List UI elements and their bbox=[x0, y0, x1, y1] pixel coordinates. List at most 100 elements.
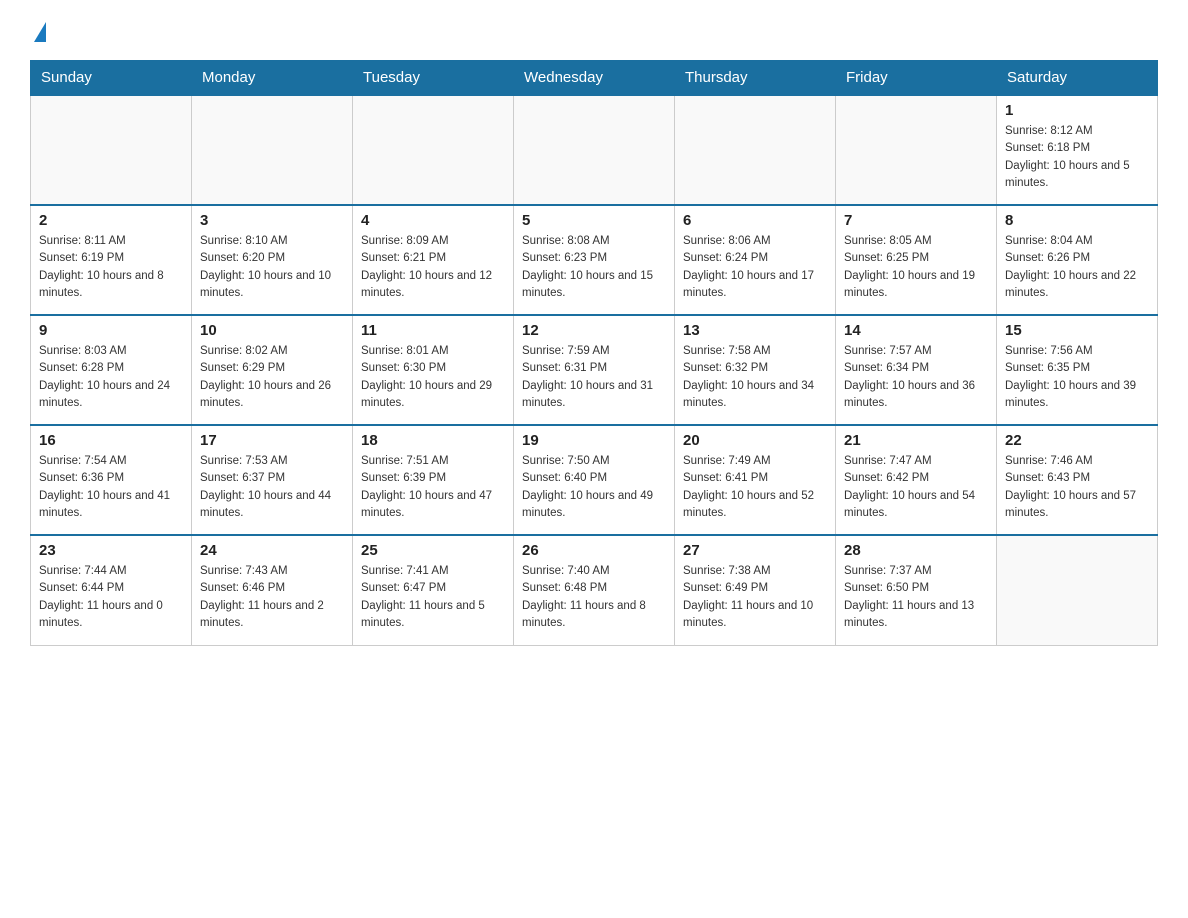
day-info: Sunrise: 7:37 AMSunset: 6:50 PMDaylight:… bbox=[844, 563, 988, 632]
day-number: 25 bbox=[361, 542, 505, 559]
calendar-cell bbox=[514, 95, 675, 205]
day-info: Sunrise: 8:09 AMSunset: 6:21 PMDaylight:… bbox=[361, 233, 505, 302]
day-info: Sunrise: 7:41 AMSunset: 6:47 PMDaylight:… bbox=[361, 563, 505, 632]
day-number: 10 bbox=[200, 322, 344, 339]
calendar-cell: 22Sunrise: 7:46 AMSunset: 6:43 PMDayligh… bbox=[997, 425, 1158, 535]
week-row-1: 1 Sunrise: 8:12 AMSunset: 6:18 PMDaylight… bbox=[31, 95, 1158, 205]
day-number: 1 bbox=[1005, 102, 1149, 119]
weekday-header-thursday: Thursday bbox=[675, 61, 836, 96]
calendar-cell: 19 Sunrise: 7:50 AMSunset: 6:40 PMDayligh… bbox=[514, 425, 675, 535]
calendar-cell: 16 Sunrise: 7:54 AMSunset: 6:36 PMDayligh… bbox=[31, 425, 192, 535]
calendar-cell: 24 Sunrise: 7:43 AMSunset: 6:46 PMDayligh… bbox=[192, 535, 353, 645]
day-number: 19 bbox=[522, 432, 666, 449]
day-number: 15 bbox=[1005, 322, 1149, 339]
calendar-cell: 20 Sunrise: 7:49 AMSunset: 6:41 PMDayligh… bbox=[675, 425, 836, 535]
day-number: 26 bbox=[522, 542, 666, 559]
day-info: Sunrise: 8:06 AMSunset: 6:24 PMDaylight:… bbox=[683, 233, 827, 302]
calendar-cell: 17 Sunrise: 7:53 AMSunset: 6:37 PMDayligh… bbox=[192, 425, 353, 535]
calendar-cell: 14 Sunrise: 7:57 AMSunset: 6:34 PMDayligh… bbox=[836, 315, 997, 425]
day-number: 7 bbox=[844, 212, 988, 229]
day-info: Sunrise: 7:38 AMSunset: 6:49 PMDaylight:… bbox=[683, 563, 827, 632]
week-row-2: 2 Sunrise: 8:11 AMSunset: 6:19 PMDaylight… bbox=[31, 205, 1158, 315]
week-row-5: 23Sunrise: 7:44 AMSunset: 6:44 PMDayligh… bbox=[31, 535, 1158, 645]
day-number: 5 bbox=[522, 212, 666, 229]
calendar-cell: 26 Sunrise: 7:40 AMSunset: 6:48 PMDayligh… bbox=[514, 535, 675, 645]
day-info: Sunrise: 8:10 AMSunset: 6:20 PMDaylight:… bbox=[200, 233, 344, 302]
calendar-cell: 3 Sunrise: 8:10 AMSunset: 6:20 PMDaylight… bbox=[192, 205, 353, 315]
calendar-cell: 27 Sunrise: 7:38 AMSunset: 6:49 PMDayligh… bbox=[675, 535, 836, 645]
weekday-header-monday: Monday bbox=[192, 61, 353, 96]
day-info: Sunrise: 8:12 AMSunset: 6:18 PMDaylight:… bbox=[1005, 123, 1149, 192]
day-number: 21 bbox=[844, 432, 988, 449]
calendar-cell bbox=[997, 535, 1158, 645]
day-info: Sunrise: 7:49 AMSunset: 6:41 PMDaylight:… bbox=[683, 453, 827, 522]
calendar-cell: 13Sunrise: 7:58 AMSunset: 6:32 PMDayligh… bbox=[675, 315, 836, 425]
day-info: Sunrise: 8:11 AMSunset: 6:19 PMDaylight:… bbox=[39, 233, 183, 302]
day-info: Sunrise: 7:57 AMSunset: 6:34 PMDaylight:… bbox=[844, 343, 988, 412]
weekday-header-saturday: Saturday bbox=[997, 61, 1158, 96]
calendar-cell: 15 Sunrise: 7:56 AMSunset: 6:35 PMDayligh… bbox=[997, 315, 1158, 425]
day-number: 3 bbox=[200, 212, 344, 229]
day-number: 16 bbox=[39, 432, 183, 449]
day-number: 22 bbox=[1005, 432, 1149, 449]
logo bbox=[30, 20, 46, 40]
weekday-header-row: SundayMondayTuesdayWednesdayThursdayFrid… bbox=[31, 61, 1158, 96]
day-number: 24 bbox=[200, 542, 344, 559]
day-number: 12 bbox=[522, 322, 666, 339]
day-info: Sunrise: 7:43 AMSunset: 6:46 PMDaylight:… bbox=[200, 563, 344, 632]
calendar-cell bbox=[353, 95, 514, 205]
calendar-cell: 11Sunrise: 8:01 AMSunset: 6:30 PMDayligh… bbox=[353, 315, 514, 425]
calendar-cell bbox=[31, 95, 192, 205]
day-number: 17 bbox=[200, 432, 344, 449]
day-info: Sunrise: 7:59 AMSunset: 6:31 PMDaylight:… bbox=[522, 343, 666, 412]
day-number: 20 bbox=[683, 432, 827, 449]
day-info: Sunrise: 8:03 AMSunset: 6:28 PMDaylight:… bbox=[39, 343, 183, 412]
day-info: Sunrise: 8:04 AMSunset: 6:26 PMDaylight:… bbox=[1005, 233, 1149, 302]
calendar-cell: 10 Sunrise: 8:02 AMSunset: 6:29 PMDayligh… bbox=[192, 315, 353, 425]
calendar-cell bbox=[675, 95, 836, 205]
calendar-cell: 21 Sunrise: 7:47 AMSunset: 6:42 PMDayligh… bbox=[836, 425, 997, 535]
weekday-header-friday: Friday bbox=[836, 61, 997, 96]
day-info: Sunrise: 7:40 AMSunset: 6:48 PMDaylight:… bbox=[522, 563, 666, 632]
day-number: 8 bbox=[1005, 212, 1149, 229]
calendar-table: SundayMondayTuesdayWednesdayThursdayFrid… bbox=[30, 60, 1158, 646]
day-info: Sunrise: 7:56 AMSunset: 6:35 PMDaylight:… bbox=[1005, 343, 1149, 412]
calendar-cell: 23Sunrise: 7:44 AMSunset: 6:44 PMDayligh… bbox=[31, 535, 192, 645]
day-number: 27 bbox=[683, 542, 827, 559]
day-info: Sunrise: 7:44 AMSunset: 6:44 PMDaylight:… bbox=[39, 563, 183, 632]
weekday-header-sunday: Sunday bbox=[31, 61, 192, 96]
day-info: Sunrise: 7:51 AMSunset: 6:39 PMDaylight:… bbox=[361, 453, 505, 522]
calendar-cell: 9 Sunrise: 8:03 AMSunset: 6:28 PMDaylight… bbox=[31, 315, 192, 425]
calendar-cell bbox=[192, 95, 353, 205]
day-info: Sunrise: 7:53 AMSunset: 6:37 PMDaylight:… bbox=[200, 453, 344, 522]
day-number: 14 bbox=[844, 322, 988, 339]
calendar-cell bbox=[836, 95, 997, 205]
day-info: Sunrise: 7:47 AMSunset: 6:42 PMDaylight:… bbox=[844, 453, 988, 522]
day-info: Sunrise: 8:01 AMSunset: 6:30 PMDaylight:… bbox=[361, 343, 505, 412]
day-info: Sunrise: 8:08 AMSunset: 6:23 PMDaylight:… bbox=[522, 233, 666, 302]
weekday-header-wednesday: Wednesday bbox=[514, 61, 675, 96]
day-number: 9 bbox=[39, 322, 183, 339]
day-number: 28 bbox=[844, 542, 988, 559]
calendar-cell: 18 Sunrise: 7:51 AMSunset: 6:39 PMDayligh… bbox=[353, 425, 514, 535]
day-info: Sunrise: 8:02 AMSunset: 6:29 PMDaylight:… bbox=[200, 343, 344, 412]
week-row-4: 16 Sunrise: 7:54 AMSunset: 6:36 PMDayligh… bbox=[31, 425, 1158, 535]
day-info: Sunrise: 7:50 AMSunset: 6:40 PMDaylight:… bbox=[522, 453, 666, 522]
calendar-cell: 6 Sunrise: 8:06 AMSunset: 6:24 PMDaylight… bbox=[675, 205, 836, 315]
calendar-cell: 8 Sunrise: 8:04 AMSunset: 6:26 PMDaylight… bbox=[997, 205, 1158, 315]
day-info: Sunrise: 7:54 AMSunset: 6:36 PMDaylight:… bbox=[39, 453, 183, 522]
day-number: 6 bbox=[683, 212, 827, 229]
calendar-cell: 7Sunrise: 8:05 AMSunset: 6:25 PMDaylight… bbox=[836, 205, 997, 315]
page-header bbox=[30, 20, 1158, 40]
calendar-cell: 25 Sunrise: 7:41 AMSunset: 6:47 PMDayligh… bbox=[353, 535, 514, 645]
calendar-cell: 28 Sunrise: 7:37 AMSunset: 6:50 PMDayligh… bbox=[836, 535, 997, 645]
calendar-cell: 4Sunrise: 8:09 AMSunset: 6:21 PMDaylight… bbox=[353, 205, 514, 315]
day-info: Sunrise: 7:58 AMSunset: 6:32 PMDaylight:… bbox=[683, 343, 827, 412]
weekday-header-tuesday: Tuesday bbox=[353, 61, 514, 96]
calendar-cell: 2 Sunrise: 8:11 AMSunset: 6:19 PMDaylight… bbox=[31, 205, 192, 315]
calendar-cell: 1 Sunrise: 8:12 AMSunset: 6:18 PMDaylight… bbox=[997, 95, 1158, 205]
calendar-cell: 12 Sunrise: 7:59 AMSunset: 6:31 PMDayligh… bbox=[514, 315, 675, 425]
week-row-3: 9 Sunrise: 8:03 AMSunset: 6:28 PMDaylight… bbox=[31, 315, 1158, 425]
day-number: 18 bbox=[361, 432, 505, 449]
day-number: 2 bbox=[39, 212, 183, 229]
